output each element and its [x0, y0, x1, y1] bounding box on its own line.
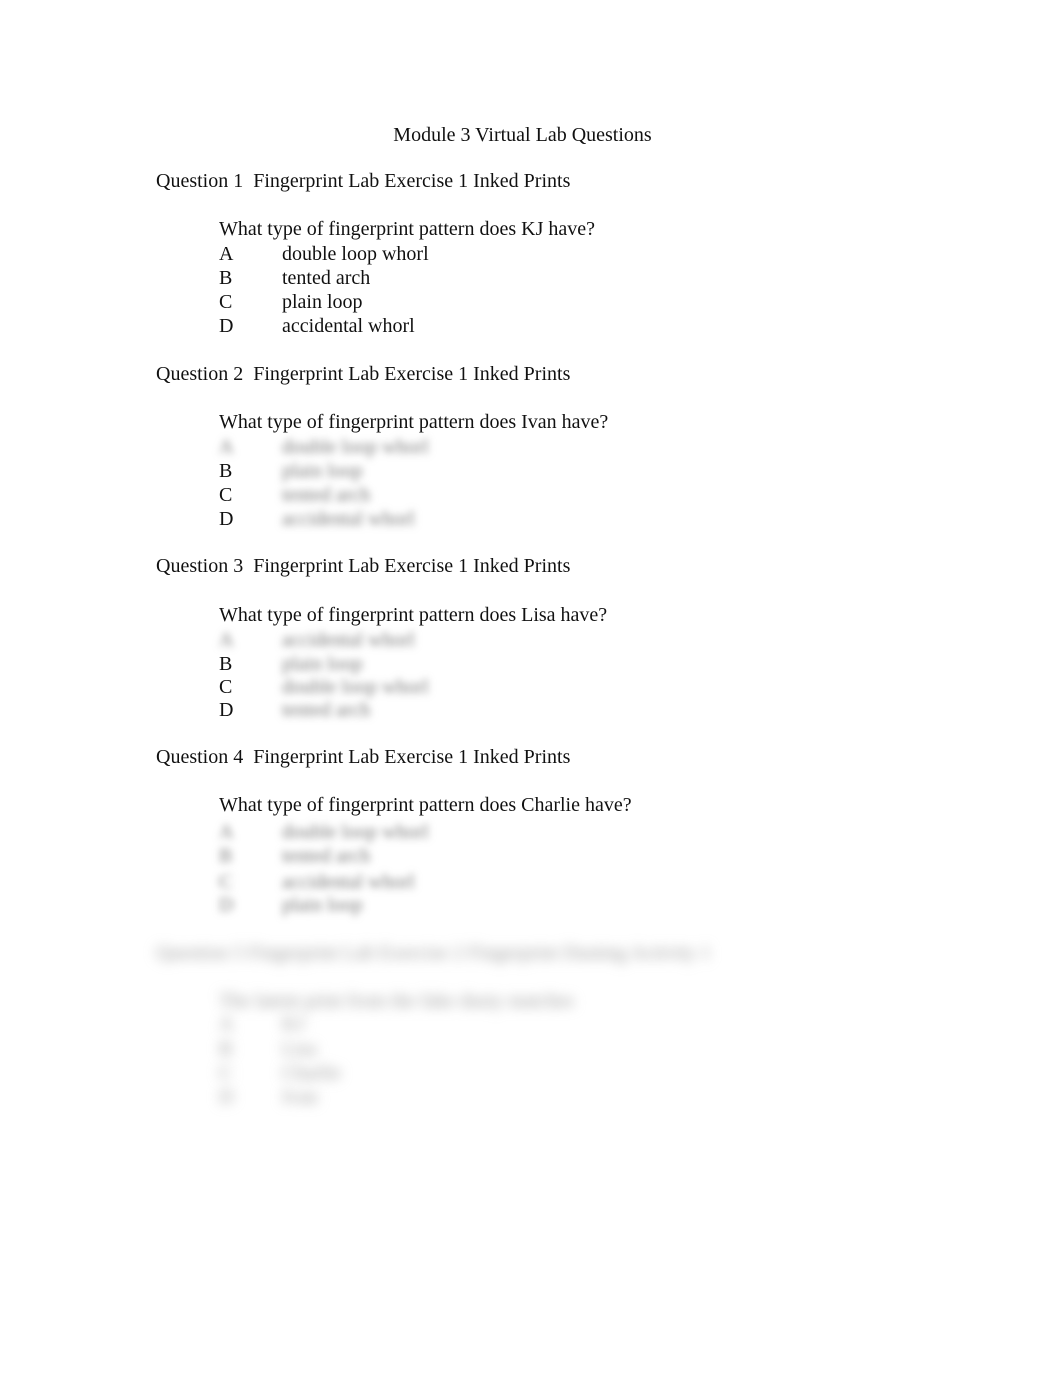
option-text: double loop whorl: [282, 821, 429, 843]
option-letter: D: [219, 315, 234, 337]
option-letter: C: [219, 676, 233, 698]
option-text: accidental whorl: [282, 315, 415, 337]
option-text: tented arch: [282, 845, 371, 867]
option-text: double loop whorl: [282, 436, 429, 458]
option-text: accidental whorl: [282, 871, 415, 893]
option-text: accidental whorl: [282, 508, 415, 530]
question-prompt: The latent print from the fake dusty mat…: [219, 990, 574, 1012]
option-letter: A: [219, 1013, 234, 1035]
option-text: tented arch: [282, 267, 371, 289]
option-text: tented arch: [282, 484, 371, 506]
option-letter: D: [219, 894, 234, 916]
option-letter: C: [219, 871, 233, 893]
option-letter: B: [219, 460, 233, 482]
option-text: Lisa: [282, 1038, 317, 1060]
question-prompt: What type of fingerprint pattern does Ch…: [219, 794, 632, 816]
option-text: accidental whorl: [282, 629, 415, 651]
option-text: tented arch: [282, 699, 371, 721]
question-prompt: What type of fingerprint pattern does KJ…: [219, 218, 595, 240]
option-text: plain loop: [282, 653, 363, 675]
question-header: Question 3 Fingerprint Lab Exercise 1 In…: [156, 555, 571, 577]
option-text: double loop whorl: [282, 243, 429, 265]
option-text: plain loop: [282, 460, 363, 482]
document-title: Module 3 Virtual Lab Questions: [393, 124, 652, 146]
option-text: double loop whorl: [282, 676, 429, 698]
option-letter: C: [219, 291, 233, 313]
option-letter: A: [219, 436, 234, 458]
question-prompt: What type of fingerprint pattern does Li…: [219, 604, 608, 626]
option-letter: D: [219, 1086, 234, 1108]
option-letter: A: [219, 821, 234, 843]
question-header: Question 2 Fingerprint Lab Exercise 1 In…: [156, 363, 571, 385]
option-letter: B: [219, 653, 233, 675]
option-letter: A: [219, 243, 234, 265]
option-letter: A: [219, 629, 234, 651]
option-letter: D: [219, 699, 234, 721]
option-letter: B: [219, 845, 233, 867]
option-text: Ivan: [282, 1086, 318, 1108]
question-header: Question 5 Fingerprint Lab Exercise 2 Fi…: [156, 942, 711, 964]
option-letter: C: [219, 1062, 233, 1084]
question-header: Question 4 Fingerprint Lab Exercise 1 In…: [156, 746, 571, 768]
option-letter: B: [219, 1038, 233, 1060]
question-header: Question 1 Fingerprint Lab Exercise 1 In…: [156, 170, 571, 192]
option-text: plain loop: [282, 894, 363, 916]
question-prompt: What type of fingerprint pattern does Iv…: [219, 411, 609, 433]
option-letter: C: [219, 484, 233, 506]
option-letter: B: [219, 267, 233, 289]
option-text: KJ: [282, 1013, 305, 1035]
option-letter: D: [219, 508, 234, 530]
option-text: Charlie: [282, 1062, 341, 1084]
option-text: plain loop: [282, 291, 363, 313]
